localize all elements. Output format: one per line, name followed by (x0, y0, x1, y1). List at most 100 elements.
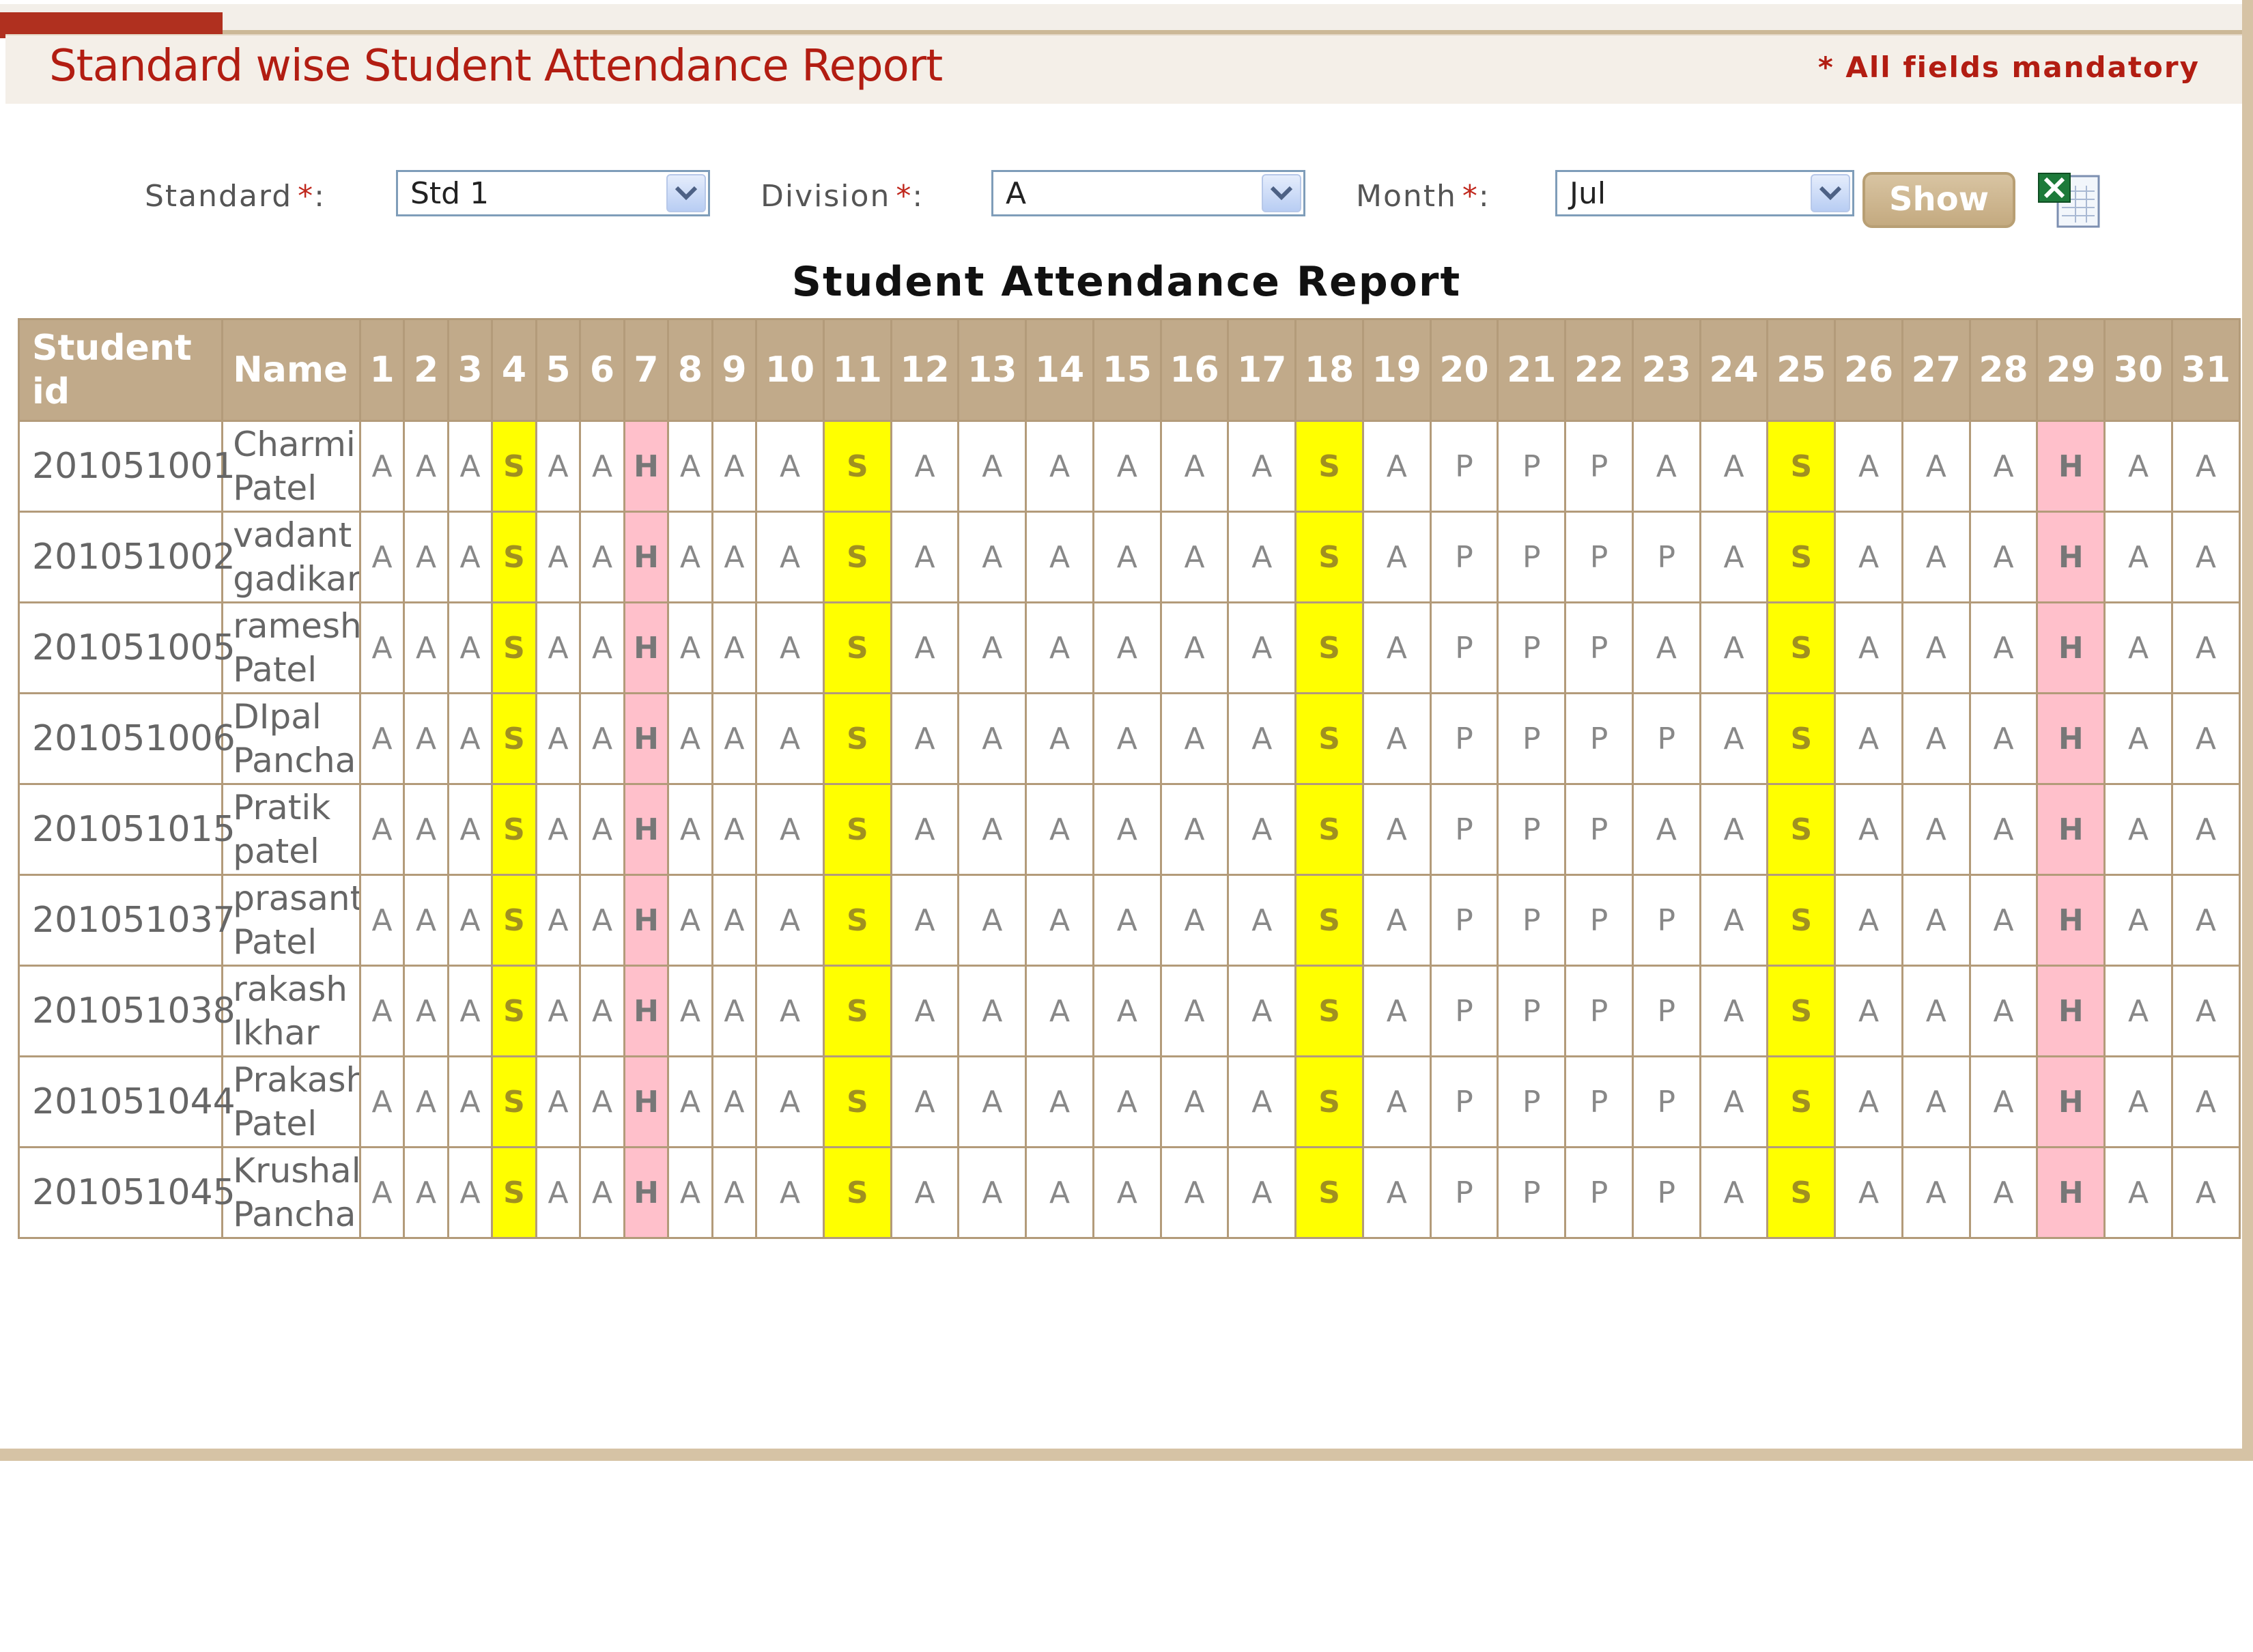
attendance-cell: S (491, 1146, 537, 1239)
attendance-cell: P (1429, 965, 1499, 1057)
column-header-day: 8 (667, 318, 713, 422)
student-last-name: Ikhar (233, 1013, 320, 1053)
student-name-cell: prasant Patel (221, 874, 361, 967)
attendance-cell: A (535, 1146, 582, 1239)
column-header-day: 22 (1564, 318, 1634, 422)
attendance-cell: A (403, 1146, 449, 1239)
chevron-down-icon[interactable] (1811, 174, 1850, 212)
attendance-cell: A (2103, 965, 2173, 1057)
attendance-cell: A (755, 692, 825, 785)
attendance-cell: A (1159, 965, 1230, 1057)
attendance-cell: A (579, 511, 625, 603)
table-row: 201051044 Prakash Patel A A A S A A H A A A S A A A A A A S A… (17, 1055, 2241, 1148)
attendance-cell: A (2170, 783, 2241, 876)
student-id-cell: 201051006 (17, 692, 236, 785)
attendance-cell: A (403, 692, 449, 785)
division-select-value: A (1006, 176, 1027, 211)
attendance-cell: H (2036, 965, 2106, 1057)
attendance-cell: A (2170, 511, 2241, 603)
attendance-cell: P (1564, 1146, 1634, 1239)
required-star: * (896, 179, 913, 214)
student-id-cell: 201051015 (17, 783, 236, 876)
attendance-cell: A (667, 1146, 713, 1239)
table-row: 201051005 ramesh Patel A A A S A A H A A A S A A A A A A S A P… (17, 601, 2241, 694)
attendance-cell: S (822, 420, 892, 513)
attendance-cell: A (667, 965, 713, 1057)
attendance-cell: P (1564, 783, 1634, 876)
attendance-cell: A (755, 1146, 825, 1239)
attendance-cell: A (1834, 1146, 1903, 1239)
column-header-day: 30 (2103, 318, 2173, 422)
column-header-day: 18 (1294, 318, 1364, 422)
student-last-name: Patel (233, 468, 317, 508)
attendance-cell: A (2170, 1146, 2241, 1239)
attendance-cell: S (1766, 1146, 1837, 1239)
attendance-cell: A (535, 692, 582, 785)
attendance-cell: A (667, 1055, 713, 1148)
student-last-name: gadikar (233, 559, 360, 599)
attendance-cell: A (1025, 874, 1094, 967)
show-button[interactable]: Show (1862, 172, 2015, 228)
attendance-cell: S (822, 601, 892, 694)
attendance-cell: A (358, 965, 406, 1057)
attendance-cell: A (1025, 692, 1094, 785)
mandatory-note: * All fields mandatory (1817, 51, 2200, 84)
column-header-day: 20 (1429, 318, 1499, 422)
title-strip: Standard wise Student Attendance Report … (5, 34, 2242, 104)
attendance-cell: A (358, 1055, 406, 1148)
attendance-cell: A (1901, 874, 1971, 967)
attendance-cell: A (579, 420, 625, 513)
attendance-cell: A (711, 511, 758, 603)
column-header-day: 21 (1497, 318, 1567, 422)
attendance-cell: A (957, 601, 1028, 694)
attendance-cell: A (890, 783, 960, 876)
standard-select[interactable]: Std 1 (396, 170, 710, 216)
attendance-cell: A (1025, 601, 1094, 694)
attendance-cell: S (491, 511, 537, 603)
column-header-day: 3 (447, 318, 494, 422)
student-name-cell: DIpal Panchal (221, 692, 361, 785)
attendance-cell: A (1699, 692, 1769, 785)
attendance-cell: A (447, 874, 494, 967)
attendance-cell: A (447, 965, 494, 1057)
attendance-cell: S (1294, 783, 1364, 876)
column-header-day: 1 (358, 318, 406, 422)
attendance-cell: H (623, 692, 670, 785)
attendance-cell: A (1834, 874, 1903, 967)
attendance-cell: P (1429, 420, 1499, 513)
attendance-cell: A (1361, 692, 1432, 785)
attendance-cell: A (2170, 965, 2241, 1057)
attendance-cell: A (1361, 420, 1432, 513)
attendance-cell: A (403, 601, 449, 694)
attendance-cell: A (1968, 511, 2039, 603)
attendance-cell: A (890, 692, 960, 785)
attendance-cell: A (358, 1146, 406, 1239)
column-header-day: 17 (1227, 318, 1297, 422)
division-select[interactable]: A (991, 170, 1305, 216)
attendance-cell: A (358, 783, 406, 876)
attendance-cell: A (1361, 1146, 1432, 1239)
attendance-cell: S (822, 692, 892, 785)
attendance-cell: A (711, 874, 758, 967)
attendance-cell: A (358, 420, 406, 513)
attendance-cell: A (535, 601, 582, 694)
month-select[interactable]: Jul (1555, 170, 1854, 216)
attendance-cell: A (447, 783, 494, 876)
attendance-cell: H (2036, 1055, 2106, 1148)
attendance-cell: A (358, 601, 406, 694)
attendance-cell: A (1699, 965, 1769, 1057)
excel-export-icon[interactable] (2035, 171, 2103, 229)
chevron-down-icon[interactable] (666, 174, 706, 212)
chevron-down-icon[interactable] (1262, 174, 1301, 212)
attendance-cell: A (1968, 783, 2039, 876)
column-header-day: 24 (1699, 318, 1769, 422)
attendance-cell: A (1968, 965, 2039, 1057)
attendance-cell: A (1699, 420, 1769, 513)
attendance-cell: H (623, 1146, 670, 1239)
attendance-cell: A (755, 1055, 825, 1148)
attendance-cell: A (1025, 1146, 1094, 1239)
student-id-cell: 201051045 (17, 1146, 236, 1239)
attendance-cell: A (1968, 692, 2039, 785)
attendance-cell: A (1968, 601, 2039, 694)
student-name-cell: vadant gadikar (221, 511, 361, 603)
